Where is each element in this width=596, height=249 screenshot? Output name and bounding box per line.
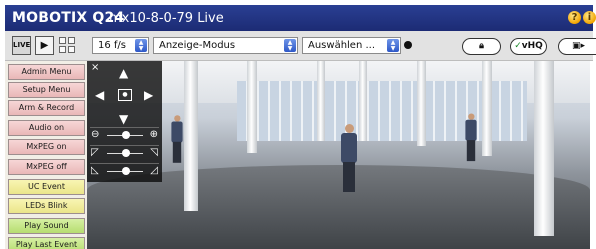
scene-pillar: [184, 61, 198, 211]
grid-layout-icon[interactable]: [59, 37, 75, 53]
iris-open-icon[interactable]: ◿: [150, 165, 158, 176]
arrow-down-icon[interactable]: ▼: [119, 113, 128, 125]
scene-pillar: [417, 61, 426, 146]
mxpeg-on-button[interactable]: MxPEG on: [8, 139, 85, 155]
lock-button[interactable]: 🔒︎: [462, 38, 501, 55]
iris-slider[interactable]: ◺ ◿: [90, 163, 159, 178]
scene-pillar: [534, 61, 554, 236]
uc-event-button[interactable]: UC Event: [8, 179, 85, 195]
camera-name: mx10-8-0-79 Live: [109, 11, 224, 26]
center-icon[interactable]: ●: [118, 89, 132, 101]
play-sound-button[interactable]: Play Sound: [8, 218, 85, 234]
record-dot-icon[interactable]: [404, 41, 412, 49]
display-mode-value: Anzeige-Modus: [159, 40, 236, 51]
focus-near-icon[interactable]: ◸: [91, 147, 99, 158]
arrow-right-icon[interactable]: ▶: [144, 89, 153, 101]
sidebar: Admin Menu Setup Menu Arm & Record Audio…: [5, 61, 87, 249]
scene-person: [171, 115, 183, 163]
chevron-updown-icon: ▲ ▼: [135, 39, 147, 52]
scene-person: [337, 124, 361, 194]
zoom-in-icon[interactable]: ⊕: [150, 129, 158, 140]
play-icon[interactable]: ▶: [35, 36, 54, 55]
scene-pillar: [482, 61, 492, 156]
vhq-button[interactable]: ✓vHQ: [510, 38, 547, 55]
scene-person: [465, 113, 477, 162]
zoom-slider[interactable]: ⊖ ⊕: [90, 127, 159, 142]
check-icon: ✓: [514, 41, 522, 51]
leds-blink-button[interactable]: LEDs Blink: [8, 198, 85, 214]
focus-far-icon[interactable]: ◹: [150, 147, 158, 158]
admin-menu-button[interactable]: Admin Menu: [8, 64, 85, 80]
vhq-label: vHQ: [521, 41, 543, 51]
live-button[interactable]: LIVE: [12, 36, 31, 55]
mxpeg-off-button[interactable]: MxPEG off: [8, 159, 85, 175]
focus-slider[interactable]: ◸ ◹: [90, 145, 159, 160]
ptz-control-panel: × ▲ ▼ ◀ ▶ ● ⊖ ⊕ ◸ ◹ ◺ ◿: [87, 61, 162, 182]
arm-record-button[interactable]: Arm & Record: [8, 100, 85, 116]
play-last-event-button[interactable]: Play Last Event: [8, 237, 85, 249]
display-mode-select[interactable]: Anzeige-Modus ▲ ▼: [153, 37, 298, 54]
help-icon[interactable]: ?: [568, 11, 581, 24]
arrow-left-icon[interactable]: ◀: [95, 89, 104, 101]
choose-value: Auswählen ...: [308, 40, 376, 51]
setup-menu-button[interactable]: Setup Menu: [8, 82, 85, 98]
lock-icon: 🔒︎: [479, 41, 484, 51]
chevron-updown-icon: ▲ ▼: [284, 39, 296, 52]
pan-tilt-pad[interactable]: ▲ ▼ ◀ ▶ ●: [94, 65, 156, 125]
arrow-up-icon[interactable]: ▲: [119, 67, 128, 79]
chevron-updown-icon: ▲ ▼: [387, 39, 399, 52]
live-video-view[interactable]: × ▲ ▼ ◀ ▶ ● ⊖ ⊕ ◸ ◹ ◺ ◿: [87, 61, 590, 249]
choose-select[interactable]: Auswählen ... ▲ ▼: [302, 37, 401, 54]
title-bar: MOBOTIX Q24 mx10-8-0-79 Live ? i: [5, 5, 596, 31]
info-icon[interactable]: i: [583, 11, 596, 24]
audio-on-button[interactable]: Audio on: [8, 120, 85, 136]
brand-title: MOBOTIX Q24: [12, 10, 125, 26]
scene-pillar: [317, 61, 325, 141]
framerate-select[interactable]: 16 f/s ▲ ▼: [92, 37, 149, 54]
toolbar: LIVE ▶ 16 f/s ▲ ▼ Anzeige-Modus ▲ ▼ Auswäh…: [5, 31, 596, 61]
iris-close-icon[interactable]: ◺: [91, 165, 99, 176]
zoom-out-icon[interactable]: ⊖: [91, 129, 99, 140]
framerate-value: 16 f/s: [98, 40, 127, 51]
camera-button[interactable]: ▣▸: [558, 38, 596, 55]
camera-icon: ▣▸: [571, 41, 586, 51]
scene-pillar: [247, 61, 257, 153]
